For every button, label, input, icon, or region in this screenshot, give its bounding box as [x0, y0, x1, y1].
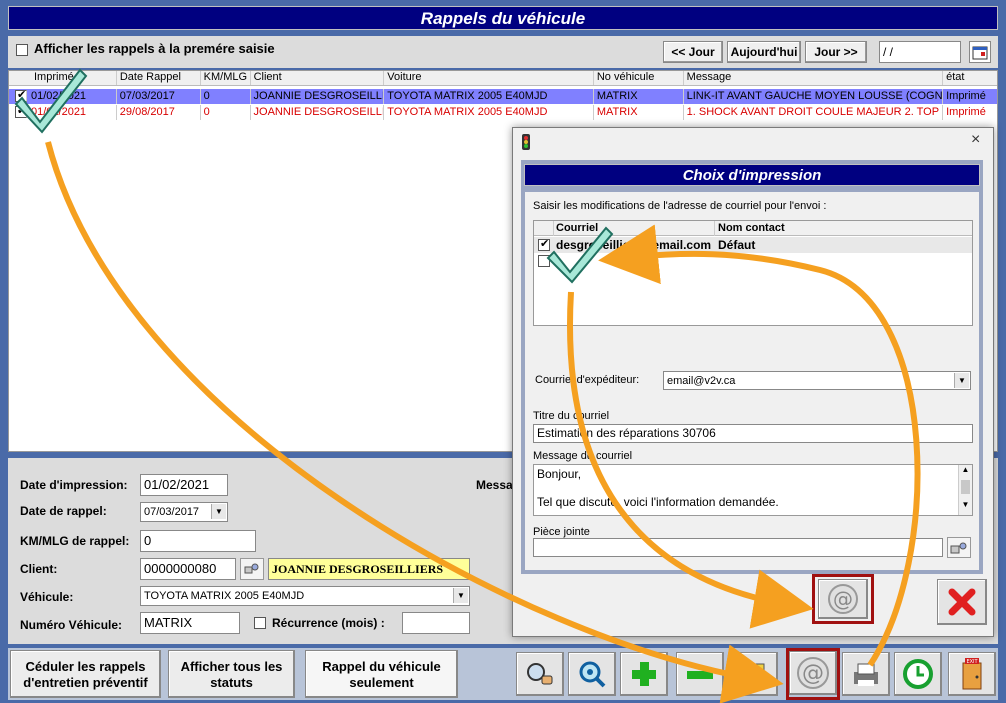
- col-etat[interactable]: état: [943, 71, 997, 85]
- traffic-light-icon: [521, 134, 535, 150]
- row-checkbox[interactable]: [15, 90, 27, 103]
- attachment-field[interactable]: [533, 538, 943, 557]
- first-entry-label: Afficher les rappels à la premére saisie: [34, 41, 275, 56]
- attachment-label: Pièce jointe: [533, 526, 590, 538]
- row-checkbox[interactable]: [15, 106, 27, 119]
- table-row[interactable]: 01/02/2021 29/08/2017 0 JOANNIE DESGROSE…: [9, 105, 997, 120]
- col-voiture[interactable]: Voiture: [384, 71, 594, 85]
- next-day-button[interactable]: Jour >>: [805, 41, 867, 63]
- prev-day-button[interactable]: << Jour: [663, 41, 723, 63]
- message-label: Messa: [476, 478, 513, 492]
- col-contact[interactable]: Nom contact: [718, 222, 785, 234]
- date-input[interactable]: / /: [879, 41, 961, 63]
- recurrence-label: Récurrence (mois) :: [272, 616, 385, 630]
- show-all-status-button[interactable]: Afficher tous les statuts: [168, 650, 295, 698]
- date-rappel-label: Date de rappel:: [20, 504, 107, 518]
- client-search-icon[interactable]: [240, 558, 264, 580]
- client-number-field[interactable]: 0000000080: [140, 558, 236, 580]
- km-label: KM/MLG de rappel:: [20, 534, 130, 548]
- sender-select[interactable]: email@v2v.ca ▼: [663, 371, 971, 390]
- dialog-title: Choix d'impression: [524, 164, 980, 186]
- instructions-text: Saisir les modifications de l'adresse de…: [533, 200, 827, 212]
- col-no-vehicule[interactable]: No véhicule: [594, 71, 684, 85]
- vehicule-label: Véhicule:: [20, 590, 74, 604]
- print-choice-dialog: × Choix d'impression Saisir les modifica…: [512, 127, 994, 637]
- message-textarea[interactable]: Bonjour, Tel que discuté, voici l'inform…: [533, 464, 973, 516]
- attachment-icon[interactable]: [947, 537, 971, 558]
- search-glass-icon[interactable]: [516, 652, 564, 696]
- top-toolbar: Afficher les rappels à la premére saisie…: [8, 36, 998, 68]
- col-imprime[interactable]: Imprimé: [9, 71, 117, 85]
- recurrence-field[interactable]: [402, 612, 470, 634]
- print-icon[interactable]: [842, 652, 890, 696]
- clock-icon[interactable]: [894, 652, 942, 696]
- dialog-panel: Choix d'impression Saisir les modificati…: [521, 160, 983, 574]
- edit-pencil-icon[interactable]: [730, 652, 778, 696]
- email-at-icon[interactable]: @: [818, 579, 868, 619]
- close-icon[interactable]: ×: [971, 131, 980, 149]
- numero-vehicule-field[interactable]: MATRIX: [140, 612, 240, 634]
- date-impression-label: Date d'impression:: [20, 478, 128, 492]
- grid-header: Imprimé Date Rappel KM/MLG Client Voitur…: [9, 71, 997, 86]
- col-client[interactable]: Client: [251, 71, 385, 85]
- cancel-x-icon[interactable]: [937, 579, 987, 625]
- row-checkbox[interactable]: [538, 237, 550, 252]
- recipients-grid: Courriel Nom contact desgroseilliers@ema…: [533, 220, 973, 326]
- exit-door-icon[interactable]: EXIT: [948, 652, 996, 696]
- remove-minus-icon[interactable]: [676, 652, 724, 696]
- chevron-down-icon[interactable]: ▼: [453, 588, 468, 603]
- date-impression-field[interactable]: 01/02/2021: [140, 474, 228, 496]
- subject-label: Titre du courriel: [533, 410, 610, 422]
- table-row[interactable]: [534, 253, 972, 269]
- row-checkbox[interactable]: [538, 255, 550, 268]
- email-at-icon[interactable]: @: [789, 651, 837, 695]
- km-field[interactable]: 0: [140, 530, 256, 552]
- client-label: Client:: [20, 562, 58, 576]
- first-entry-checkbox[interactable]: [16, 44, 28, 57]
- dialog-body: Saisir les modifications de l'adresse de…: [525, 192, 979, 570]
- recipients-header: Courriel Nom contact: [534, 221, 972, 236]
- chevron-down-icon[interactable]: ▼: [211, 504, 226, 519]
- subject-field[interactable]: Estimation des réparations 30706: [533, 424, 973, 443]
- recurrence-checkbox[interactable]: [254, 617, 266, 630]
- date-rappel-select[interactable]: 07/03/2017 ▼: [140, 502, 228, 522]
- svg-text:EXIT: EXIT: [966, 659, 978, 665]
- col-message[interactable]: Message: [684, 71, 944, 85]
- col-km[interactable]: KM/MLG: [201, 71, 251, 85]
- numero-vehicule-label: Numéro Véhicule:: [20, 618, 123, 632]
- table-row[interactable]: 01/02/2021 07/03/2017 0 JOANNIE DESGROSE…: [9, 89, 997, 104]
- message-label: Message du courriel: [533, 450, 633, 462]
- sender-label: Courriel d'expéditeur:: [535, 374, 640, 386]
- col-courriel[interactable]: Courriel: [556, 222, 598, 234]
- add-plus-icon[interactable]: [620, 652, 668, 696]
- chevron-down-icon[interactable]: ▼: [954, 373, 969, 388]
- today-button[interactable]: Aujourd'hui: [727, 41, 801, 63]
- table-row[interactable]: desgroseilliers@email.com Défaut: [534, 237, 972, 253]
- schedule-preventive-button[interactable]: Céduler les rappels d'entretien préventi…: [10, 650, 161, 698]
- vehicle-reminder-only-button[interactable]: Rappel du véhicule seulement: [305, 650, 458, 698]
- calendar-icon[interactable]: [969, 41, 991, 63]
- message-scrollbar[interactable]: ▲ ▼: [958, 465, 972, 515]
- window-title: Rappels du véhicule: [8, 6, 998, 30]
- preview-eye-icon[interactable]: [568, 652, 616, 696]
- col-date-rappel[interactable]: Date Rappel: [117, 71, 201, 85]
- svg-text:@: @: [802, 661, 824, 686]
- vehicule-select[interactable]: TOYOTA MATRIX 2005 E40MJD ▼: [140, 586, 470, 606]
- svg-text:@: @: [833, 587, 853, 611]
- client-name-field: JOANNIE DESGROSEILLIERS: [268, 558, 470, 580]
